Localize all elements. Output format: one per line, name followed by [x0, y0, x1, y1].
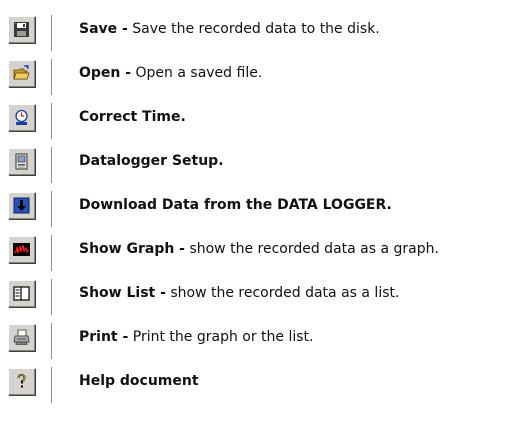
show-list-button[interactable]	[8, 280, 35, 307]
show-graph-button[interactable]	[8, 236, 35, 263]
row-separator	[51, 235, 52, 271]
graph-icon	[13, 243, 30, 256]
open-title: Open -	[79, 65, 132, 81]
save-text: Save the recorded data to the disk.	[127, 21, 380, 37]
list-icon	[13, 286, 30, 301]
open-button[interactable]	[8, 60, 35, 87]
legend-row-help: Help document	[0, 367, 507, 403]
save-button[interactable]	[8, 16, 35, 43]
legend-row-save: Save - Save the recorded data to the dis…	[0, 15, 507, 51]
datalogger-setup-icon	[15, 153, 28, 170]
printer-icon	[13, 329, 30, 345]
show-list-title: Show List -	[79, 285, 166, 301]
legend-row-download: Download Data from the DATA LOGGER.	[0, 191, 507, 227]
clock-icon	[15, 109, 28, 125]
help-button[interactable]	[8, 368, 35, 395]
legend-description: Save - Save the recorded data to the dis…	[79, 20, 380, 38]
datalogger-setup-button[interactable]	[8, 148, 35, 175]
legend-row-show-graph: Show Graph - show the recorded data as a…	[0, 235, 507, 271]
download-title: Download Data from the DATA LOGGER.	[79, 197, 392, 213]
legend-description: Show Graph - show the recorded data as a…	[79, 240, 439, 258]
legend-row-open: Open - Open a saved file.	[0, 59, 507, 95]
row-separator	[51, 367, 52, 403]
row-separator	[51, 191, 52, 227]
legend-row-show-list: Show List - show the recorded data as a …	[0, 279, 507, 315]
row-separator	[51, 15, 52, 51]
toolbar-legend: Save - Save the recorded data to the dis…	[0, 0, 507, 431]
print-text: Print the graph or the list.	[128, 329, 314, 345]
row-separator	[51, 323, 52, 359]
legend-description: Datalogger Setup.	[79, 152, 224, 170]
row-separator	[51, 59, 52, 95]
open-text: Open a saved file.	[131, 65, 263, 81]
row-separator	[51, 103, 52, 139]
legend-row-datalogger-setup: Datalogger Setup.	[0, 147, 507, 183]
legend-description: Correct Time.	[79, 108, 186, 126]
correct-time-button[interactable]	[8, 104, 35, 131]
floppy-disk-icon	[14, 22, 29, 37]
print-button[interactable]	[8, 324, 35, 351]
print-title: Print -	[79, 329, 129, 345]
legend-description: Download Data from the DATA LOGGER.	[79, 196, 392, 214]
legend-description: Print - Print the graph or the list.	[79, 328, 313, 346]
show-graph-title: Show Graph -	[79, 241, 185, 257]
legend-row-correct-time: Correct Time.	[0, 103, 507, 139]
legend-description: Show List - show the recorded data as a …	[79, 284, 399, 302]
show-graph-text: show the recorded data as a graph.	[185, 241, 439, 257]
legend-row-print: Print - Print the graph or the list.	[0, 323, 507, 359]
datalogger-setup-title: Datalogger Setup.	[79, 153, 224, 169]
legend-description: Help document	[79, 372, 199, 390]
help-title: Help document	[79, 373, 199, 389]
download-arrow-icon	[13, 197, 30, 214]
row-separator	[51, 279, 52, 315]
help-icon	[17, 374, 26, 388]
download-button[interactable]	[8, 192, 35, 219]
save-title: Save -	[79, 21, 128, 37]
correct-time-title: Correct Time.	[79, 109, 186, 125]
open-folder-icon	[13, 65, 30, 80]
row-separator	[51, 147, 52, 183]
show-list-text: show the recorded data as a list.	[165, 285, 400, 301]
legend-description: Open - Open a saved file.	[79, 64, 262, 82]
